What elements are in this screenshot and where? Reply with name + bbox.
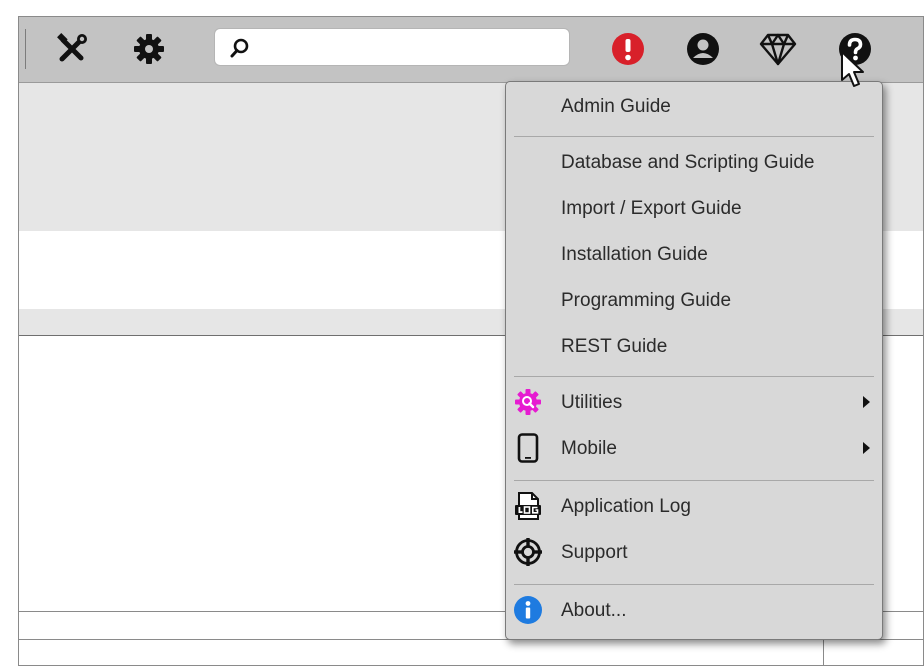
menu-item-label: Installation Guide — [561, 244, 708, 265]
menu-item-label: Import / Export Guide — [561, 198, 742, 219]
gear-icon[interactable] — [130, 30, 168, 68]
log-file-icon — [512, 491, 544, 521]
menu-separator — [514, 376, 874, 377]
menu-item-application-log[interactable]: Application Log — [506, 486, 882, 526]
menu-item-label: Programming Guide — [561, 290, 732, 311]
mouse-cursor-icon — [841, 51, 864, 87]
menu-item-support[interactable]: Support — [506, 532, 882, 572]
menu-separator — [514, 136, 874, 137]
search-icon — [230, 38, 249, 58]
alert-icon[interactable] — [609, 30, 647, 68]
top-toolbar — [19, 17, 923, 83]
help-dropdown-menu: Admin Guide Database and Scripting Guide… — [505, 81, 883, 640]
menu-separator — [514, 584, 874, 585]
submenu-arrow-icon — [863, 442, 870, 454]
menu-item-utilities[interactable]: Utilities — [506, 382, 882, 422]
menu-item-label: Admin Guide — [561, 96, 671, 117]
menu-item-installation-guide[interactable]: Installation Guide — [506, 234, 882, 274]
user-icon[interactable] — [684, 30, 722, 68]
menu-item-label: REST Guide — [561, 336, 668, 357]
toolbar-separator — [25, 29, 26, 69]
utilities-gear-icon — [512, 387, 544, 417]
submenu-arrow-icon — [863, 396, 870, 408]
menu-item-import-export-guide[interactable]: Import / Export Guide — [506, 188, 882, 228]
mobile-phone-icon — [512, 433, 544, 463]
menu-item-rest-guide[interactable]: REST Guide — [506, 326, 882, 366]
menu-item-mobile[interactable]: Mobile — [506, 428, 882, 468]
menu-separator — [514, 480, 874, 481]
menu-item-label: Support — [561, 542, 628, 563]
info-icon — [512, 595, 544, 625]
diamond-icon[interactable] — [759, 30, 797, 68]
menu-item-label: About... — [561, 600, 627, 621]
tools-icon[interactable] — [53, 30, 91, 68]
menu-item-admin-guide[interactable]: Admin Guide — [506, 86, 882, 126]
menu-item-programming-guide[interactable]: Programming Guide — [506, 280, 882, 320]
menu-item-label: Utilities — [561, 392, 623, 413]
menu-item-label: Application Log — [561, 496, 691, 517]
menu-item-database-scripting-guide[interactable]: Database and Scripting Guide — [506, 142, 882, 182]
menu-item-about[interactable]: About... — [506, 590, 882, 630]
search-input[interactable] — [259, 35, 563, 61]
search-box[interactable] — [214, 28, 570, 66]
menu-item-label: Database and Scripting Guide — [561, 152, 815, 173]
menu-item-label: Mobile — [561, 438, 617, 459]
lifebuoy-icon — [512, 537, 544, 567]
